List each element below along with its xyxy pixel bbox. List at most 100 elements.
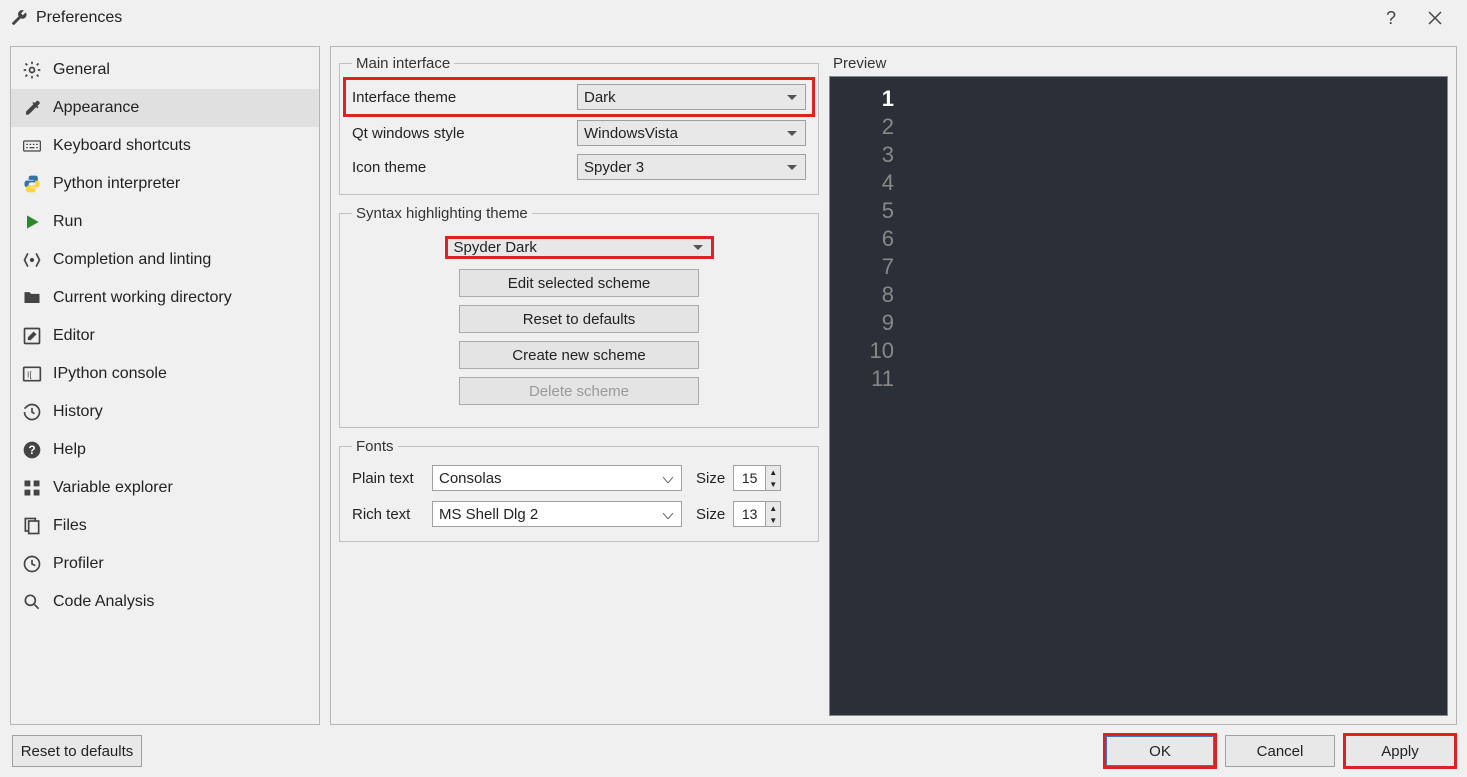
main-interface-legend: Main interface [352, 55, 454, 72]
sidebar-item-label: Profiler [53, 555, 104, 573]
syntax-scheme-combo[interactable]: Spyder Dark [447, 238, 712, 257]
folder-icon [21, 287, 43, 309]
chevron-down-icon [787, 95, 797, 100]
console-icon: I[ [21, 363, 43, 385]
python-icon [21, 173, 43, 195]
plain-text-row: Plain text Consolas Size 15 ▲▼ [352, 465, 806, 491]
svg-text:?: ? [28, 444, 35, 457]
preview-column: Preview 1 2 3 4 5 6 7 8 9 10 11 [829, 55, 1448, 716]
sidebar-item-label: Python interpreter [53, 175, 180, 193]
sidebar-item-history[interactable]: History [11, 393, 319, 431]
sidebar-item-run[interactable]: Run [11, 203, 319, 241]
sidebar-item-label: Appearance [53, 99, 139, 117]
ok-button[interactable]: OK [1105, 735, 1215, 767]
chevron-down-icon [663, 506, 673, 523]
line-number: 2 [830, 113, 894, 141]
chevron-down-icon [787, 131, 797, 136]
settings-panel: Main interface Interface theme Dark Qt w… [330, 46, 1457, 725]
edit-scheme-button[interactable]: Edit selected scheme [459, 269, 699, 297]
delete-scheme-button: Delete scheme [459, 377, 699, 405]
sidebar-item-label: Variable explorer [53, 479, 173, 497]
gear-icon [21, 59, 43, 81]
plain-size-value: 15 [734, 470, 765, 486]
sidebar-item-variable-explorer[interactable]: Variable explorer [11, 469, 319, 507]
sidebar-item-general[interactable]: General [11, 51, 319, 89]
qt-style-combo[interactable]: WindowsVista [577, 120, 806, 146]
sidebar-item-help[interactable]: ? Help [11, 431, 319, 469]
icon-theme-combo[interactable]: Spyder 3 [577, 154, 806, 180]
editor-body [904, 77, 1447, 715]
syntax-scheme-value: Spyder Dark [454, 239, 537, 256]
category-sidebar: General Appearance Keyboard shortcuts Py… [10, 46, 320, 725]
window-title: Preferences [36, 9, 122, 27]
apply-button[interactable]: Apply [1345, 735, 1455, 767]
sidebar-item-keyboard-shortcuts[interactable]: Keyboard shortcuts [11, 127, 319, 165]
line-number: 8 [830, 281, 894, 309]
interface-theme-label: Interface theme [352, 89, 577, 106]
line-number: 1 [830, 85, 894, 113]
plain-text-combo[interactable]: Consolas [432, 465, 682, 491]
button-bar: Reset to defaults OK Cancel Apply [0, 725, 1467, 777]
preview-label: Preview [833, 55, 1448, 72]
interface-theme-row: Interface theme Dark [348, 82, 810, 112]
sidebar-item-cwd[interactable]: Current working directory [11, 279, 319, 317]
syntax-legend: Syntax highlighting theme [352, 205, 532, 222]
icon-theme-value: Spyder 3 [584, 159, 644, 176]
rich-text-value: MS Shell Dlg 2 [439, 506, 538, 523]
qt-style-row: Qt windows style WindowsVista [352, 120, 806, 146]
rich-text-combo[interactable]: MS Shell Dlg 2 [432, 501, 682, 527]
chevron-down-icon [693, 245, 703, 250]
svg-text:I[: I[ [27, 369, 32, 379]
rich-size-label: Size [696, 506, 725, 523]
help-button[interactable]: ? [1369, 2, 1413, 34]
create-scheme-button[interactable]: Create new scheme [459, 341, 699, 369]
completion-icon [21, 249, 43, 271]
sidebar-item-profiler[interactable]: Profiler [11, 545, 319, 583]
eyedropper-icon [21, 97, 43, 119]
sidebar-item-label: Editor [53, 327, 95, 345]
sidebar-item-label: Files [53, 517, 87, 535]
sidebar-item-completion-linting[interactable]: Completion and linting [11, 241, 319, 279]
spinner-down-icon[interactable]: ▼ [766, 514, 780, 526]
fonts-group: Fonts Plain text Consolas Size 15 ▲▼ Ric… [339, 438, 819, 542]
sidebar-item-label: History [53, 403, 103, 421]
edit-icon [21, 325, 43, 347]
qt-style-value: WindowsVista [584, 125, 678, 142]
sidebar-item-python-interpreter[interactable]: Python interpreter [11, 165, 319, 203]
reset-scheme-button[interactable]: Reset to defaults [459, 305, 699, 333]
sidebar-item-ipython[interactable]: I[ IPython console [11, 355, 319, 393]
spinner-up-icon[interactable]: ▲ [766, 502, 780, 514]
help-icon: ? [21, 439, 43, 461]
syntax-group: Syntax highlighting theme Spyder Dark Ed… [339, 205, 819, 428]
spinner-up-icon[interactable]: ▲ [766, 466, 780, 478]
qt-style-label: Qt windows style [352, 125, 577, 142]
interface-theme-value: Dark [584, 89, 616, 106]
clock-icon [21, 553, 43, 575]
line-number: 11 [830, 365, 894, 393]
plain-size-spinner[interactable]: 15 ▲▼ [733, 465, 781, 491]
grid-icon [21, 477, 43, 499]
sidebar-item-label: Code Analysis [53, 593, 154, 611]
line-number: 3 [830, 141, 894, 169]
close-button[interactable] [1413, 2, 1457, 34]
files-icon [21, 515, 43, 537]
sidebar-item-label: Run [53, 213, 82, 231]
reset-defaults-button[interactable]: Reset to defaults [12, 735, 142, 767]
sidebar-item-code-analysis[interactable]: Code Analysis [11, 583, 319, 621]
rich-size-value: 13 [734, 506, 765, 522]
preview-editor: 1 2 3 4 5 6 7 8 9 10 11 [829, 76, 1448, 716]
cancel-button[interactable]: Cancel [1225, 735, 1335, 767]
sidebar-item-label: General [53, 61, 110, 79]
rich-size-spinner[interactable]: 13 ▲▼ [733, 501, 781, 527]
plain-text-label: Plain text [352, 470, 424, 487]
icon-theme-label: Icon theme [352, 159, 577, 176]
interface-theme-combo[interactable]: Dark [577, 84, 806, 110]
spinner-down-icon[interactable]: ▼ [766, 478, 780, 490]
line-gutter: 1 2 3 4 5 6 7 8 9 10 11 [830, 77, 904, 715]
line-number: 10 [830, 337, 894, 365]
sidebar-item-editor[interactable]: Editor [11, 317, 319, 355]
sidebar-item-label: Current working directory [53, 289, 232, 307]
history-icon [21, 401, 43, 423]
sidebar-item-appearance[interactable]: Appearance [11, 89, 319, 127]
sidebar-item-files[interactable]: Files [11, 507, 319, 545]
